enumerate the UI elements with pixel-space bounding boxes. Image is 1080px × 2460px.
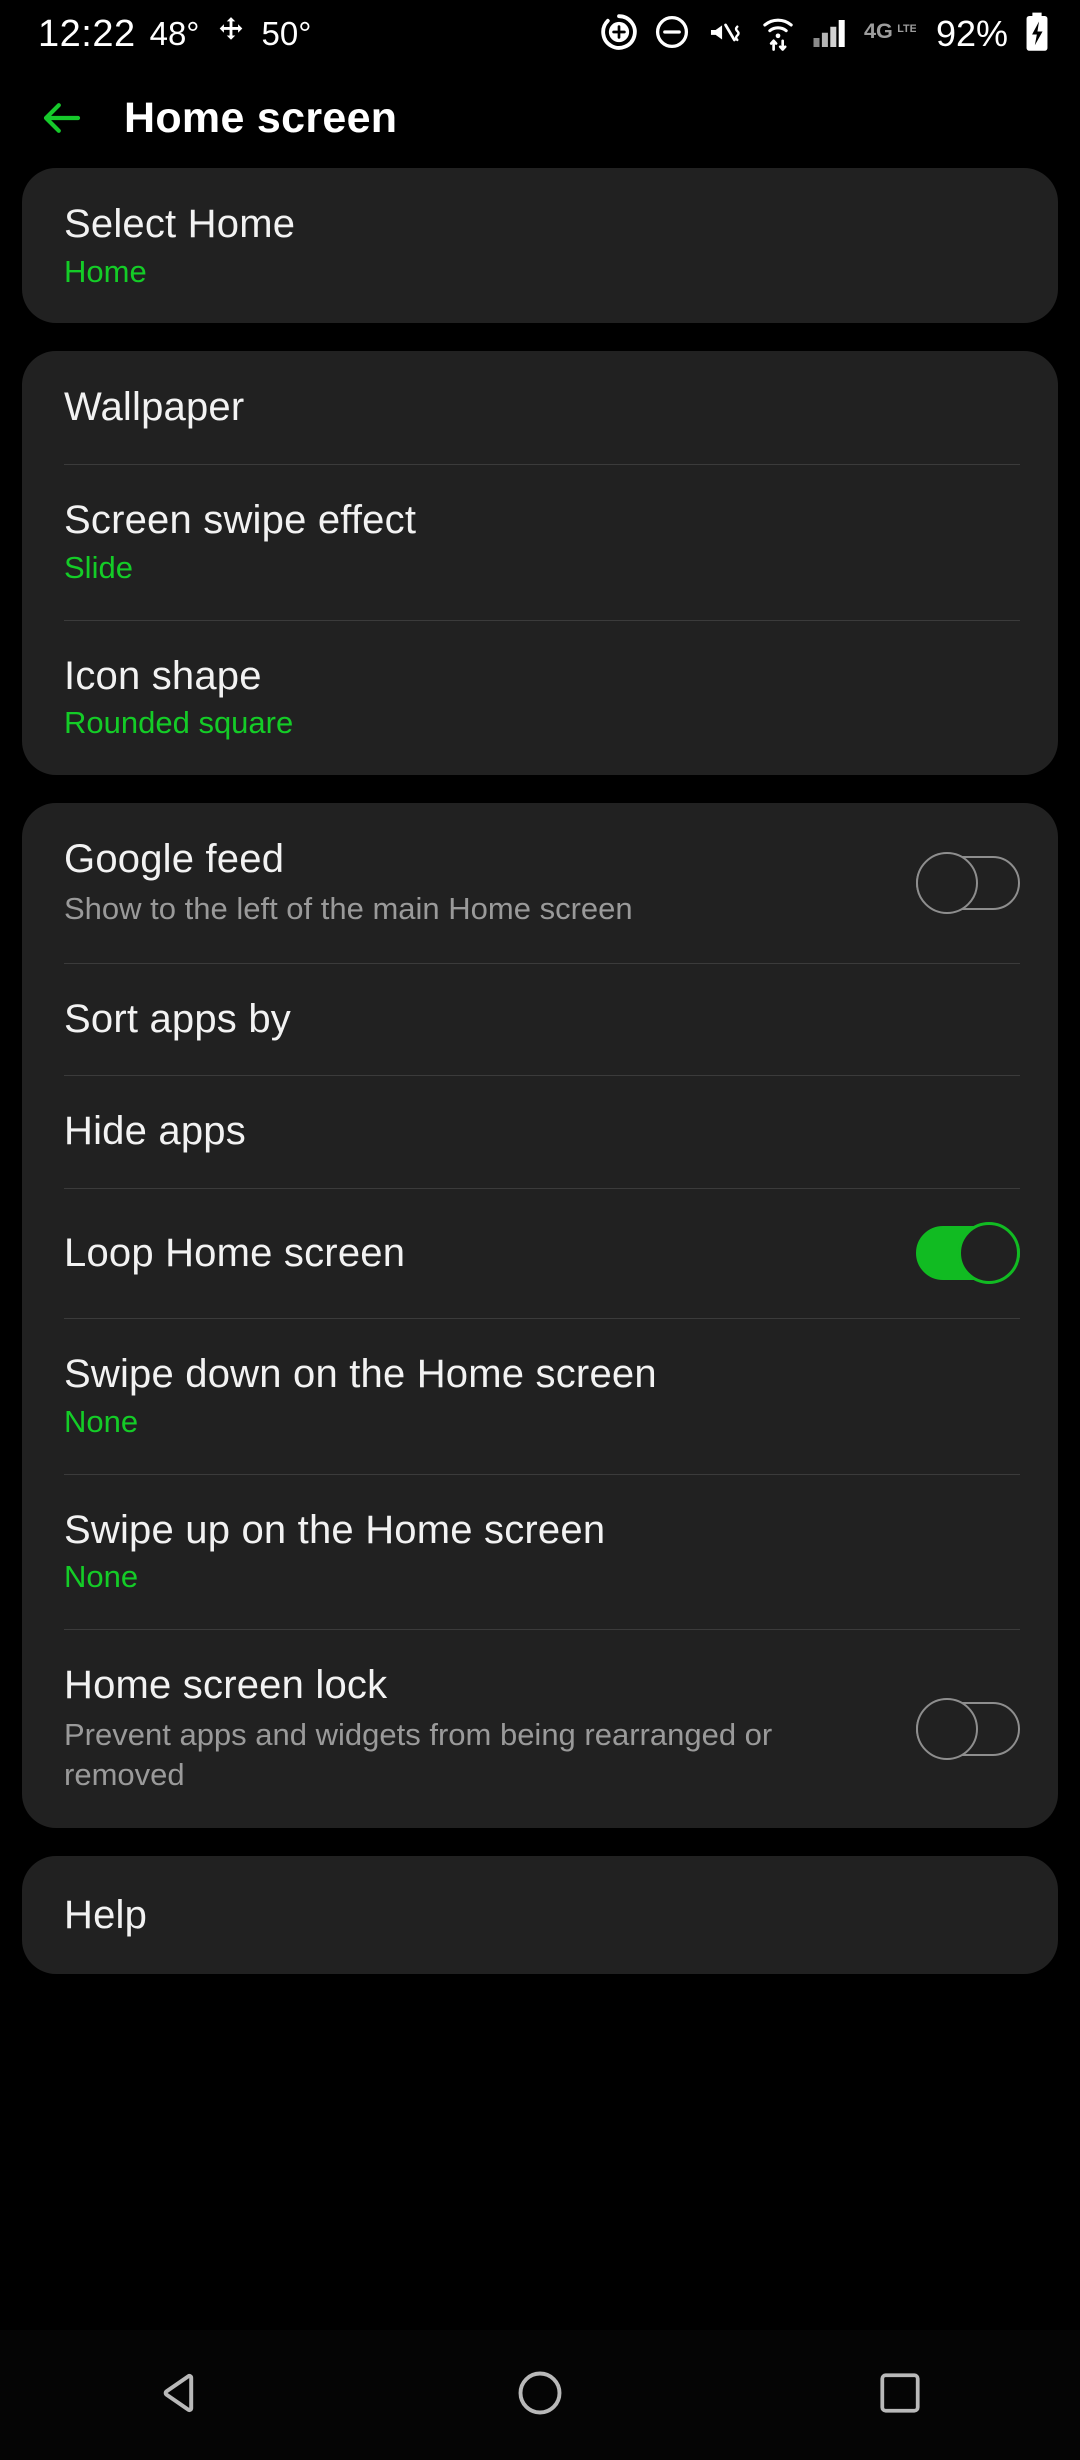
row-icon-shape[interactable]: Icon shape Rounded square	[22, 619, 1058, 775]
row-subtitle: Prevent apps and widgets from being rear…	[64, 1716, 773, 1792]
row-sort-apps-by[interactable]: Sort apps by	[22, 962, 1058, 1076]
toggle-home-screen-lock[interactable]	[916, 1697, 1020, 1760]
back-arrow-icon[interactable]	[38, 94, 86, 142]
row-google-feed[interactable]: Google feed Show to the left of the main…	[22, 803, 1058, 962]
row-title: Sort apps by	[64, 996, 291, 1041]
row-texts: Wallpaper	[64, 385, 244, 430]
settings-list: Select Home Home Wallpaper Screen swipe …	[0, 168, 1080, 1975]
status-bar-left: 12:22 48° 50°	[38, 13, 311, 56]
battery-charging-icon	[1024, 12, 1050, 57]
row-title: Google feed	[64, 837, 285, 882]
row-help[interactable]: Help	[22, 1856, 1058, 1974]
status-temperature-outdoor: 48°	[149, 15, 200, 52]
row-texts: Loop Home screen	[64, 1231, 405, 1276]
lte-icon: 4G LTE	[864, 15, 917, 54]
row-title: Icon shape	[64, 653, 262, 698]
do-not-disturb-icon	[654, 14, 690, 55]
card-help: Help	[22, 1856, 1058, 1975]
row-texts: Google feed Show to the left of the main…	[64, 837, 633, 928]
row-texts: Help	[64, 1893, 147, 1938]
toggle-google-feed[interactable]	[916, 851, 1020, 914]
signal-bars-icon	[812, 15, 848, 54]
row-value: None	[64, 1403, 139, 1439]
card-appearance: Wallpaper Screen swipe effect Slide Icon…	[22, 351, 1058, 776]
svg-text:LTE: LTE	[897, 23, 916, 35]
status-clock: 12:22	[38, 12, 136, 55]
row-wallpaper[interactable]: Wallpaper	[22, 351, 1058, 464]
wifi-icon	[760, 13, 796, 56]
thermostat-icon	[214, 15, 248, 54]
recents-square-icon	[875, 2368, 925, 2423]
row-title: Select Home	[64, 202, 296, 246]
home-circle-icon	[514, 2367, 566, 2424]
status-temperature-indoor: 50°	[261, 15, 312, 52]
back-triangle-icon	[152, 2365, 208, 2426]
row-texts: Select Home Home	[64, 202, 295, 289]
row-texts: Icon shape Rounded square	[64, 654, 293, 741]
toggle-knob	[916, 1697, 978, 1760]
row-texts: Swipe up on the Home screen None	[64, 1508, 605, 1595]
status-bar[interactable]: 12:22 48° 50° 4G LTE 92%	[0, 0, 1080, 68]
row-screen-swipe-effect[interactable]: Screen swipe effect Slide	[22, 464, 1058, 619]
card-home-options: Google feed Show to the left of the main…	[22, 803, 1058, 1829]
row-title: Wallpaper	[64, 385, 245, 430]
row-value: Home	[64, 253, 147, 289]
row-title: Screen swipe effect	[64, 498, 417, 543]
row-select-home[interactable]: Select Home Home	[22, 168, 1058, 323]
svg-text:4G: 4G	[864, 17, 893, 42]
row-texts: Hide apps	[64, 1109, 246, 1154]
row-title: Loop Home screen	[64, 1230, 406, 1275]
row-hide-apps[interactable]: Hide apps	[22, 1075, 1058, 1188]
row-title: Swipe down on the Home screen	[64, 1352, 657, 1397]
row-swipe-up[interactable]: Swipe up on the Home screen None	[22, 1473, 1058, 1629]
battery-percent-label: 92%	[935, 13, 1008, 54]
toggle-knob	[916, 851, 978, 914]
nav-recents-button[interactable]	[840, 2335, 960, 2455]
row-title: Hide apps	[64, 1109, 246, 1154]
row-texts: Home screen lock Prevent apps and widget…	[64, 1663, 854, 1794]
row-loop-home-screen[interactable]: Loop Home screen	[22, 1188, 1058, 1318]
row-texts: Sort apps by	[64, 997, 291, 1042]
page-title: Home screen	[124, 93, 398, 142]
status-bar-right: 4G LTE 92%	[600, 12, 1050, 57]
nav-back-button[interactable]	[120, 2335, 240, 2455]
row-value: Slide	[64, 550, 133, 586]
row-value: None	[64, 1559, 139, 1595]
nav-home-button[interactable]	[480, 2335, 600, 2455]
row-home-screen-lock[interactable]: Home screen lock Prevent apps and widget…	[22, 1629, 1058, 1828]
app-header: Home screen	[0, 68, 1080, 168]
navigation-bar	[0, 2330, 1080, 2460]
row-title: Swipe up on the Home screen	[64, 1507, 606, 1552]
row-value: Rounded square	[64, 705, 294, 741]
row-subtitle: Show to the left of the main Home screen	[64, 890, 633, 926]
toggle-knob	[958, 1222, 1020, 1285]
row-texts: Screen swipe effect Slide	[64, 498, 416, 585]
row-swipe-down[interactable]: Swipe down on the Home screen None	[22, 1318, 1058, 1473]
row-texts: Swipe down on the Home screen None	[64, 1352, 657, 1439]
toggle-loop-home-screen[interactable]	[916, 1222, 1020, 1285]
row-title: Help	[64, 1892, 148, 1937]
card-select-home: Select Home Home	[22, 168, 1058, 324]
location-icon	[600, 13, 638, 56]
row-title: Home screen lock	[64, 1663, 388, 1708]
mute-vibrate-icon	[706, 14, 744, 55]
